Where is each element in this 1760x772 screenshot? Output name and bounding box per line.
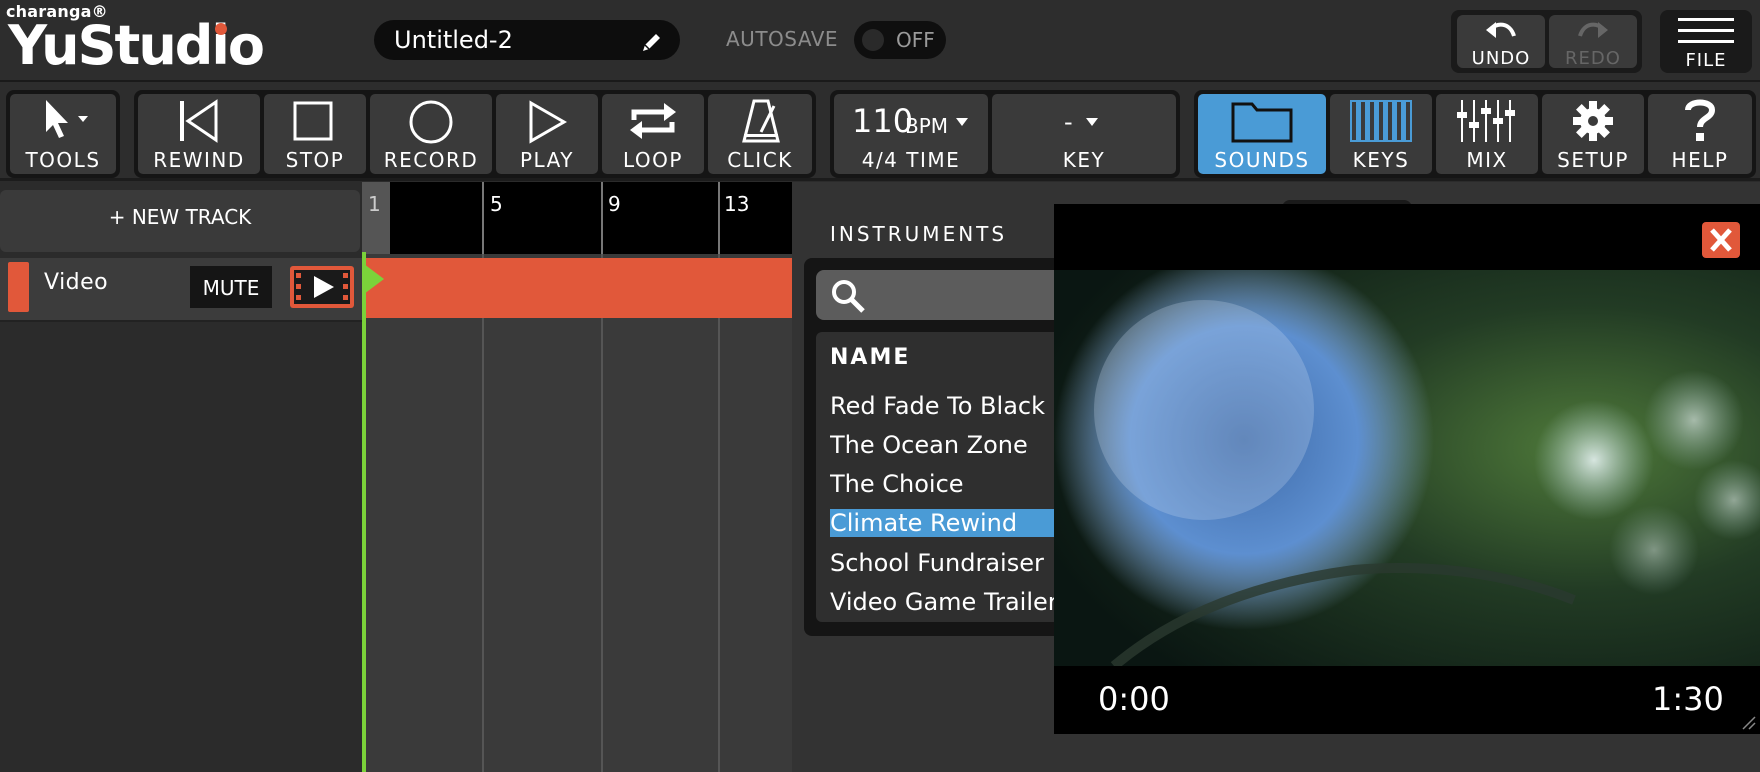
file-label: FILE: [1685, 50, 1727, 71]
help-label: HELP: [1671, 148, 1729, 172]
redo-label: REDO: [1565, 48, 1621, 69]
setup-label: SETUP: [1557, 148, 1629, 172]
stop-icon: [293, 101, 333, 141]
cursor-icon: [46, 100, 88, 138]
metronome-icon: [742, 99, 780, 143]
chevron-down-icon: [956, 118, 968, 126]
bar-number: 5: [490, 192, 503, 216]
key-label: KEY: [1062, 148, 1106, 172]
rewind-icon: [180, 99, 218, 143]
play-icon: [529, 100, 568, 144]
time-signature: 4/4 TIME: [861, 148, 961, 172]
track-color-tag: [8, 262, 29, 312]
brand-dot: [215, 23, 227, 35]
bar-number: 13: [724, 192, 750, 216]
hamburger-icon: [1678, 18, 1734, 43]
help-icon: [1685, 99, 1716, 141]
play-label: PLAY: [519, 148, 574, 172]
folder-icon: [1231, 102, 1293, 143]
record-label: RECORD: [383, 148, 479, 172]
list-item[interactable]: The Ocean Zone: [830, 431, 1056, 459]
film-play-icon: [294, 270, 350, 304]
bpm-unit: BPM: [905, 114, 949, 138]
list-item[interactable]: Video Game Trailer: [830, 588, 1056, 616]
gear-icon: [1573, 101, 1613, 141]
mute-label: MUTE: [202, 276, 260, 300]
record-icon: [409, 100, 453, 144]
new-track-label: + NEW TRACK: [108, 205, 252, 229]
bpm-value: 110: [852, 102, 914, 140]
undo-label: UNDO: [1471, 48, 1531, 69]
rewind-label: REWIND: [153, 148, 245, 172]
mix-label: MIX: [1466, 148, 1508, 172]
list-item[interactable]: School Fundraiser: [830, 549, 1056, 577]
video-time-current: 0:00: [1098, 680, 1170, 718]
sounds-label: SOUNDS: [1214, 148, 1310, 172]
ruler-tick: [718, 182, 720, 254]
name-column-header[interactable]: NAME: [830, 345, 910, 370]
autosave-state: OFF: [896, 28, 935, 52]
ruler-tick: [601, 182, 603, 254]
video-time-duration: 1:30: [1652, 680, 1724, 718]
loop-icon: [630, 103, 676, 139]
toggle-knob: [862, 29, 884, 51]
instruments-title: INSTRUMENTS: [830, 222, 1008, 246]
video-region[interactable]: [366, 258, 792, 318]
autosave-label: AUTOSAVE: [726, 27, 839, 51]
bar-gridline: [718, 254, 720, 772]
mixer-icon: [1457, 100, 1515, 142]
undo-icon: [1486, 22, 1516, 38]
piano-icon: [1350, 100, 1412, 142]
bar-number: 9: [608, 192, 621, 216]
resize-handle-icon[interactable]: [1740, 714, 1756, 730]
search-icon: [832, 280, 865, 313]
bar-number: 1: [368, 192, 381, 216]
track-name: Video: [44, 270, 109, 295]
playhead-handle-icon[interactable]: [364, 264, 386, 294]
list-item[interactable]: The Choice: [830, 470, 1056, 498]
stop-label: STOP: [285, 148, 345, 172]
bar-gridline: [601, 254, 603, 772]
keys-label: KEYS: [1352, 148, 1410, 172]
pencil-icon[interactable]: [640, 30, 664, 54]
ruler-tick: [482, 182, 484, 254]
project-title: Untitled-2: [394, 26, 513, 54]
tools-label: TOOLS: [25, 148, 101, 172]
loop-label: LOOP: [623, 148, 683, 172]
list-item-selected[interactable]: Climate Rewind: [830, 509, 1056, 537]
list-item[interactable]: Red Fade To Black: [830, 392, 1056, 420]
redo-icon: [1578, 22, 1608, 38]
key-value: -: [1064, 108, 1073, 136]
playhead[interactable]: [362, 252, 366, 772]
bar-gridline: [482, 254, 484, 772]
chevron-down-icon: [1086, 118, 1098, 126]
video-frame[interactable]: [1054, 270, 1760, 666]
click-label: CLICK: [727, 148, 793, 172]
close-icon: [1710, 228, 1732, 252]
